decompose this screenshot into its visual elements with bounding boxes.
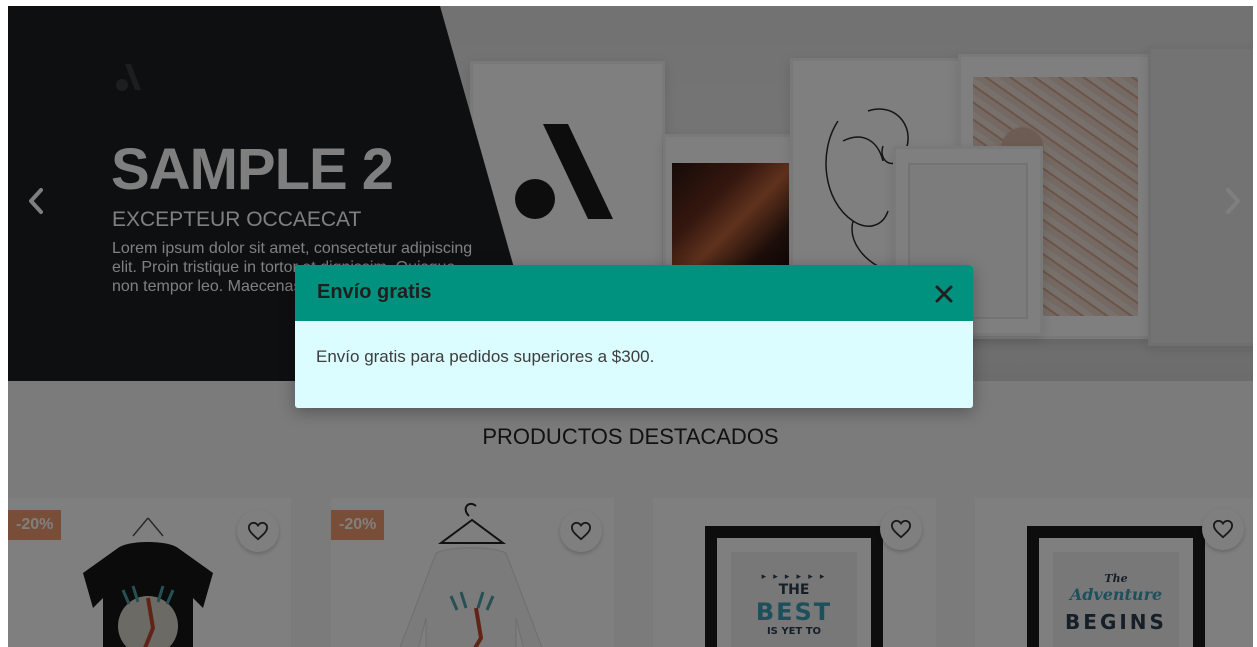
modal-close-button[interactable] [929,279,959,309]
page: SAMPLE 2 EXCEPTEUR OCCAECAT Lorem ipsum … [8,6,1253,647]
free-shipping-modal: Envío gratis Envío gratis para pedidos s… [295,265,973,408]
modal-message: Envío gratis para pedidos superiores a $… [316,347,655,366]
close-icon [935,285,953,303]
modal-header: Envío gratis [295,265,973,321]
modal-title: Envío gratis [317,281,432,303]
